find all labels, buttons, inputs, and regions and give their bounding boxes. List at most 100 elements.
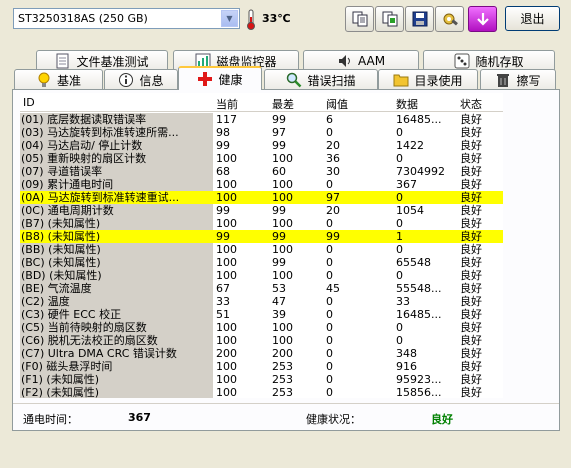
settings-button[interactable] [435,6,464,32]
status-cell: 良好 [460,256,482,269]
table-row[interactable]: (C5) 当前待映射的扇区数 100 100 0 0 良好 [20,321,503,334]
tab-label: 基准 [56,73,81,88]
threshold-value-cell: 0 [326,386,333,398]
exit-button-label: 退出 [520,12,545,26]
exit-button[interactable]: 退出 [505,6,560,31]
power-on-value: 367 [128,411,151,424]
table-row[interactable]: (F0) 磁头悬浮时间 100 253 0 916 良好 [20,360,503,373]
tab-random-access[interactable]: 随机存取 [423,50,555,71]
raw-data-cell: 0 [396,321,403,334]
current-value-cell: 99 [216,139,230,152]
table-row[interactable]: (04) 马达启动/ 停止计数 99 99 20 1422 良好 [20,139,503,152]
raw-data-cell: 15856... [396,386,442,398]
status-cell: 良好 [460,191,482,204]
table-row[interactable]: (B8) (未知属性) 99 99 99 1 良好 [20,230,503,243]
save-button[interactable] [405,6,434,32]
table-row[interactable]: (0A) 马达旋转到标准转速重试... 100 100 97 0 良好 [20,191,503,204]
table-row[interactable]: (F2) (未知属性) 100 253 0 15856... 良好 [20,386,503,398]
column-header-id[interactable]: ID [23,96,35,109]
raw-data-cell: 65548 [396,256,431,269]
table-row[interactable]: (C3) 硬件 ECC 校正 51 39 0 16485... 良好 [20,308,503,321]
raw-data-cell: 367 [396,178,417,191]
column-header-current[interactable]: 当前 [216,96,238,112]
chevron-down-icon[interactable]: ▼ [221,10,238,27]
attribute-id-cell: (0C) 通电周期计数 [20,204,213,217]
health-cross-icon [197,71,213,87]
temperature-value: 33℃ [262,12,291,25]
worst-value-cell: 100 [272,321,293,334]
attribute-id-cell: (BD) (未知属性) [20,269,213,282]
tab-label: AAM [357,54,386,68]
worst-value-cell: 47 [272,295,286,308]
tab-erase[interactable]: 擦写 [480,69,556,90]
table-row[interactable]: (C2) 温度 33 47 0 33 良好 [20,295,503,308]
tab-health[interactable]: 健康 [178,66,262,90]
current-value-cell: 98 [216,126,230,139]
tab-benchmark[interactable]: 基准 [14,69,103,90]
column-header-threshold[interactable]: 阈值 [326,96,348,112]
threshold-value-cell: 0 [326,243,333,256]
tab-error-scan[interactable]: 错误扫描 [264,69,378,90]
copy-all-icon [382,11,397,27]
current-value-cell: 100 [216,256,237,269]
copy-button[interactable] [345,6,374,32]
table-row[interactable]: (B7) (未知属性) 100 100 0 0 良好 [20,217,503,230]
raw-data-cell: 916 [396,360,417,373]
raw-data-cell: 95923... [396,373,442,386]
worst-value-cell: 97 [272,126,286,139]
attribute-id-cell: (04) 马达启动/ 停止计数 [20,139,213,152]
column-header-status[interactable]: 状态 [460,96,482,112]
current-value-cell: 67 [216,282,230,295]
table-row[interactable]: (05) 重新映射的扇区计数 100 100 36 0 良好 [20,152,503,165]
column-header-data[interactable]: 数据 [396,96,418,112]
threshold-value-cell: 20 [326,204,340,217]
table-row[interactable]: (BB) (未知属性) 100 100 0 0 良好 [20,243,503,256]
table-row[interactable]: (03) 马达旋转到标准转速所需... 98 97 0 0 良好 [20,126,503,139]
current-value-cell: 100 [216,178,237,191]
table-row[interactable]: (0C) 通电周期计数 99 99 20 1054 良好 [20,204,503,217]
drive-select[interactable]: ST3250318AS (250 GB) ▼ [13,8,240,29]
download-button[interactable] [468,6,497,32]
table-row[interactable]: (BD) (未知属性) 100 100 0 0 良好 [20,269,503,282]
status-cell: 良好 [460,126,482,139]
current-value-cell: 100 [216,152,237,165]
tab-aam[interactable]: AAM [303,50,419,71]
power-on-label: 通电时间： [23,413,78,426]
attribute-id-cell: (0A) 马达旋转到标准转速重试... [20,191,213,204]
toolbar: ST3250318AS (250 GB) ▼ 33℃ 退出 [0,0,571,38]
raw-data-cell: 0 [396,126,403,139]
attribute-id-cell: (BE) 气流温度 [20,282,213,295]
column-header-worst[interactable]: 最差 [272,96,294,112]
table-row[interactable]: (BE) 气流温度 67 53 45 55548... 良好 [20,282,503,295]
attribute-id-cell: (BC) (未知属性) [20,256,213,269]
current-value-cell: 117 [216,113,237,126]
tab-folder-usage[interactable]: 目录使用 [378,69,478,90]
copy-icon [352,11,367,27]
info-icon [118,72,134,88]
attribute-id-cell: (07) 寻道错误率 [20,165,213,178]
raw-data-cell: 55548... [396,282,442,295]
attribute-id-cell: (C3) 硬件 ECC 校正 [20,308,213,321]
table-row[interactable]: (C7) Ultra DMA CRC 错误计数 200 200 0 348 良好 [20,347,503,360]
smart-attribute-table[interactable]: ID 当前 最差 阈值 数据 状态 (01) 底层数据读取错误率 117 99 6 16… [20,93,503,398]
status-cell: 良好 [460,308,482,321]
table-row[interactable]: (09) 累计通电时间 100 100 0 367 良好 [20,178,503,191]
threshold-value-cell: 0 [326,178,333,191]
tab-file-benchmark[interactable]: 文件基准测试 [36,50,168,71]
status-cell: 良好 [460,165,482,178]
current-value-cell: 100 [216,334,237,347]
table-row[interactable]: (C6) 脱机无法校正的扇区数 100 100 0 0 良好 [20,334,503,347]
table-row[interactable]: (F1) (未知属性) 100 253 0 95923... 良好 [20,373,503,386]
status-cell: 良好 [460,347,482,360]
table-row[interactable]: (07) 寻道错误率 68 60 30 7304992 良好 [20,165,503,178]
status-cell: 良好 [460,230,482,243]
health-panel: ID 当前 最差 阈值 数据 状态 (01) 底层数据读取错误率 117 99 6 16… [12,89,560,431]
tab-info[interactable]: 信息 [104,69,178,90]
tab-label: 错误扫描 [307,73,356,88]
table-row[interactable]: (BC) (未知属性) 100 99 0 65548 良好 [20,256,503,269]
copy-all-button[interactable] [375,6,404,32]
threshold-value-cell: 0 [326,308,333,321]
attribute-id-cell: (B7) (未知属性) [20,217,213,230]
status-cell: 良好 [460,217,482,230]
table-row[interactable]: (01) 底层数据读取错误率 117 99 6 16485... 良好 [20,113,503,126]
